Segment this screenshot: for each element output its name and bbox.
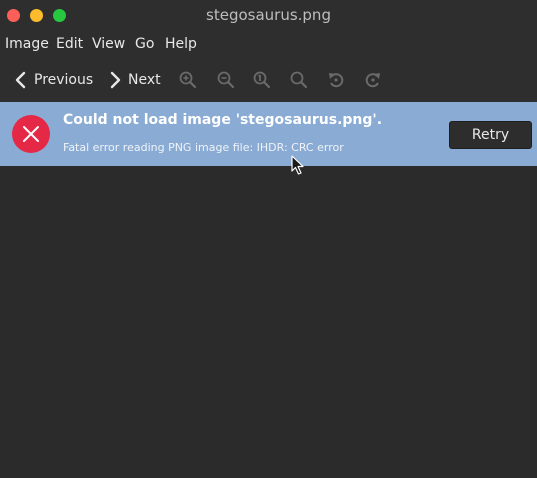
retry-button[interactable]: Retry [449, 121, 532, 149]
toolbar: Previous Next [0, 58, 537, 102]
zoom-fit-icon[interactable] [289, 70, 309, 90]
next-button[interactable]: Next [108, 69, 161, 91]
menu-bar: Image Edit View Go Help [0, 32, 537, 58]
rotate-left-icon[interactable] [326, 70, 346, 90]
menu-image[interactable]: Image [5, 36, 49, 52]
chevron-right-icon [110, 71, 121, 89]
error-title: Could not load image 'stegosaurus.png'. [63, 112, 383, 128]
mouse-pointer-icon [291, 155, 304, 175]
zoom-normal-icon[interactable] [252, 70, 272, 90]
title-bar: stegosaurus.png [0, 0, 537, 32]
previous-label: Previous [34, 72, 94, 88]
menu-go[interactable]: Go [135, 36, 154, 52]
window-title: stegosaurus.png [206, 6, 331, 24]
rotate-right-icon[interactable] [363, 70, 383, 90]
menu-help[interactable]: Help [165, 36, 197, 52]
error-icon [12, 115, 50, 153]
previous-button[interactable]: Previous [14, 69, 93, 91]
image-view-area[interactable] [0, 166, 537, 478]
menu-edit[interactable]: Edit [56, 36, 83, 52]
zoom-out-icon[interactable] [216, 70, 236, 90]
error-detail: Fatal error reading PNG image file: IHDR… [63, 141, 344, 154]
chevron-left-icon [15, 71, 26, 89]
image-viewer-window: stegosaurus.png Image Edit View Go Help … [0, 0, 537, 478]
menu-view[interactable]: View [92, 36, 125, 52]
next-label: Next [128, 72, 161, 88]
zoom-in-icon[interactable] [178, 70, 198, 90]
error-infobar: Could not load image 'stegosaurus.png'. … [0, 102, 537, 166]
